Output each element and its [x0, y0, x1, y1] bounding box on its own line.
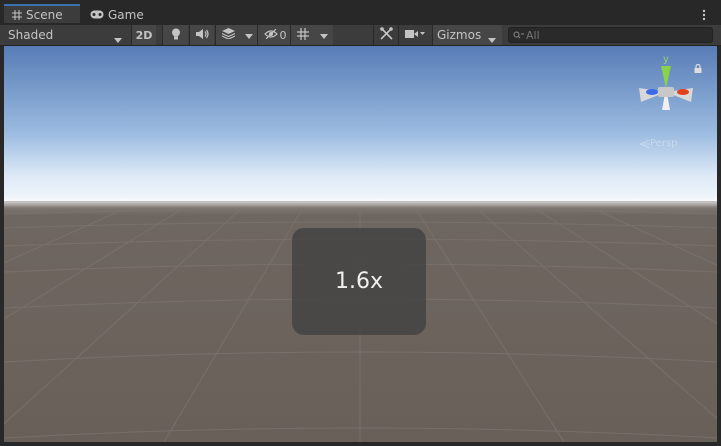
chevron-down-icon	[244, 28, 253, 42]
gizmo-y-label: y	[663, 54, 669, 65]
tab-scene[interactable]: Scene	[4, 4, 80, 23]
tab-scene-label: Scene	[26, 7, 63, 22]
search-input[interactable]	[524, 28, 706, 42]
audio-toggle[interactable]	[189, 25, 214, 45]
effects-toggle[interactable]	[215, 25, 240, 45]
lighting-toggle[interactable]	[162, 25, 188, 45]
chevron-down-icon	[114, 32, 122, 46]
layers-icon	[221, 28, 235, 42]
tools-button[interactable]	[373, 25, 398, 45]
zoom-level-text: 1.6x	[334, 269, 383, 294]
chevron-down-icon	[319, 28, 328, 42]
scene-view-window: Scene Game Shaded 2D 0 Gizmos All 1.6x y…	[0, 0, 721, 446]
gizmos-dropdown[interactable]: Gizmos	[432, 25, 502, 45]
tools-icon	[379, 27, 393, 43]
zoom-level-overlay: 1.6x	[292, 228, 426, 335]
grid-snap-toggle[interactable]	[290, 25, 314, 45]
perspective-icon	[640, 139, 650, 148]
effects-dropdown[interactable]	[240, 25, 257, 45]
speaker-icon	[195, 28, 209, 42]
scene-viewport[interactable]: 1.6x y Persp	[4, 46, 717, 442]
sky	[4, 46, 717, 204]
draw-mode-dropdown[interactable]: Shaded	[0, 25, 128, 45]
axis-y-cone[interactable]	[661, 66, 671, 88]
scene-toolbar: Shaded 2D 0 Gizmos All	[0, 25, 721, 46]
more-options-icon[interactable]	[697, 8, 711, 22]
gizmos-label: Gizmos	[437, 28, 482, 42]
search-icon	[513, 31, 524, 39]
scene-visibility-toggle[interactable]: 0	[257, 25, 290, 45]
gizmo-center-cube[interactable]	[658, 87, 674, 97]
lightbulb-icon	[171, 28, 181, 43]
search-field[interactable]	[508, 27, 713, 43]
projection-toggle[interactable]: Persp	[640, 138, 678, 149]
tab-bar: Scene Game	[0, 4, 721, 25]
tab-game-label: Game	[108, 7, 144, 22]
draw-mode-label: Shaded	[8, 28, 54, 42]
grid-snap-icon	[296, 27, 309, 43]
axis-x-cap	[677, 89, 689, 95]
2d-mode-toggle[interactable]: 2D	[131, 25, 156, 45]
gamepad-icon	[90, 10, 104, 19]
hidden-count: 0	[279, 28, 287, 42]
camera-icon	[405, 28, 425, 42]
projection-label: Persp	[650, 138, 678, 149]
camera-settings-dropdown[interactable]	[398, 25, 431, 45]
2d-mode-label: 2D	[135, 28, 153, 42]
eye-slash-icon	[263, 28, 278, 42]
axis-z-cone[interactable]	[646, 89, 658, 95]
grid-icon	[12, 9, 22, 20]
chevron-down-icon	[488, 32, 496, 46]
orientation-gizmo[interactable]: y	[632, 54, 702, 130]
tab-game[interactable]: Game	[86, 4, 156, 25]
grid-dropdown[interactable]	[314, 25, 333, 45]
